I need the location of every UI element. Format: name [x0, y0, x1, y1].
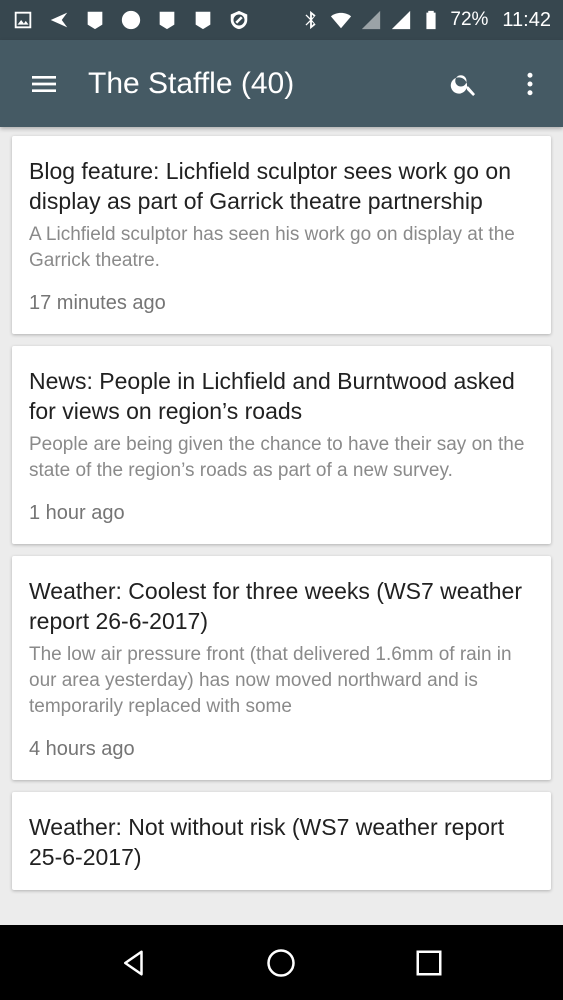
article-timestamp: 17 minutes ago	[29, 292, 166, 314]
system-status: 72% 11:42	[300, 9, 551, 32]
search-icon	[450, 74, 475, 96]
search-button[interactable]	[431, 40, 497, 127]
bluetooth-icon	[300, 9, 322, 31]
article-card[interactable]: News: People in Lichfield and Burntwood …	[12, 346, 551, 544]
back-button[interactable]	[99, 925, 169, 1000]
image-icon	[12, 9, 34, 31]
circle-icon	[120, 9, 142, 31]
article-timestamp: 1 hour ago	[29, 502, 125, 524]
article-title: Weather: Not without risk (WS7 weather r…	[29, 814, 505, 870]
send-icon	[48, 9, 70, 31]
back-triangle-icon	[123, 950, 143, 975]
battery-icon	[420, 9, 442, 31]
article-card[interactable]: Weather: Coolest for three weeks (WS7 we…	[12, 556, 551, 780]
article-description: A Lichfield sculptor has seen his work g…	[29, 224, 515, 271]
battery-percentage: 72%	[450, 9, 489, 30]
home-button[interactable]	[246, 925, 316, 1000]
overflow-menu-button[interactable]	[497, 40, 563, 127]
app-bar: The Staffle (40)	[0, 40, 563, 127]
home-circle-icon	[267, 948, 296, 977]
article-title: Blog feature: Lichfield sculptor sees wo…	[29, 158, 511, 214]
page-title: The Staffle (40)	[88, 66, 295, 100]
signal-icon	[360, 9, 382, 31]
wifi-icon	[330, 9, 352, 31]
article-card[interactable]: Weather: Not without risk (WS7 weather r…	[12, 792, 551, 890]
more-vert-icon	[527, 72, 533, 95]
article-list: Blog feature: Lichfield sculptor sees wo…	[0, 127, 563, 925]
menu-button[interactable]	[0, 40, 88, 127]
article-description: The low air pressure front (that deliver…	[29, 644, 512, 717]
blocked-icon	[228, 9, 250, 31]
notification-icon	[84, 9, 106, 31]
navigation-bar	[0, 925, 563, 1000]
article-title: News: People in Lichfield and Burntwood …	[29, 368, 515, 424]
notification-icons	[12, 9, 250, 31]
clock: 11:42	[502, 8, 551, 31]
article-description: People are being given the chance to hav…	[29, 434, 525, 481]
article-card[interactable]: Blog feature: Lichfield sculptor sees wo…	[12, 136, 551, 334]
recents-square-icon	[416, 950, 442, 975]
signal-icon	[390, 9, 412, 31]
app-actions	[431, 40, 563, 127]
article-title: Weather: Coolest for three weeks (WS7 we…	[29, 578, 523, 634]
article-timestamp: 4 hours ago	[29, 738, 135, 760]
hamburger-icon	[32, 75, 56, 92]
status-bar: 72% 11:42	[0, 0, 563, 40]
recents-button[interactable]	[394, 925, 464, 1000]
notification-icon	[192, 9, 214, 31]
notification-icon	[156, 9, 178, 31]
